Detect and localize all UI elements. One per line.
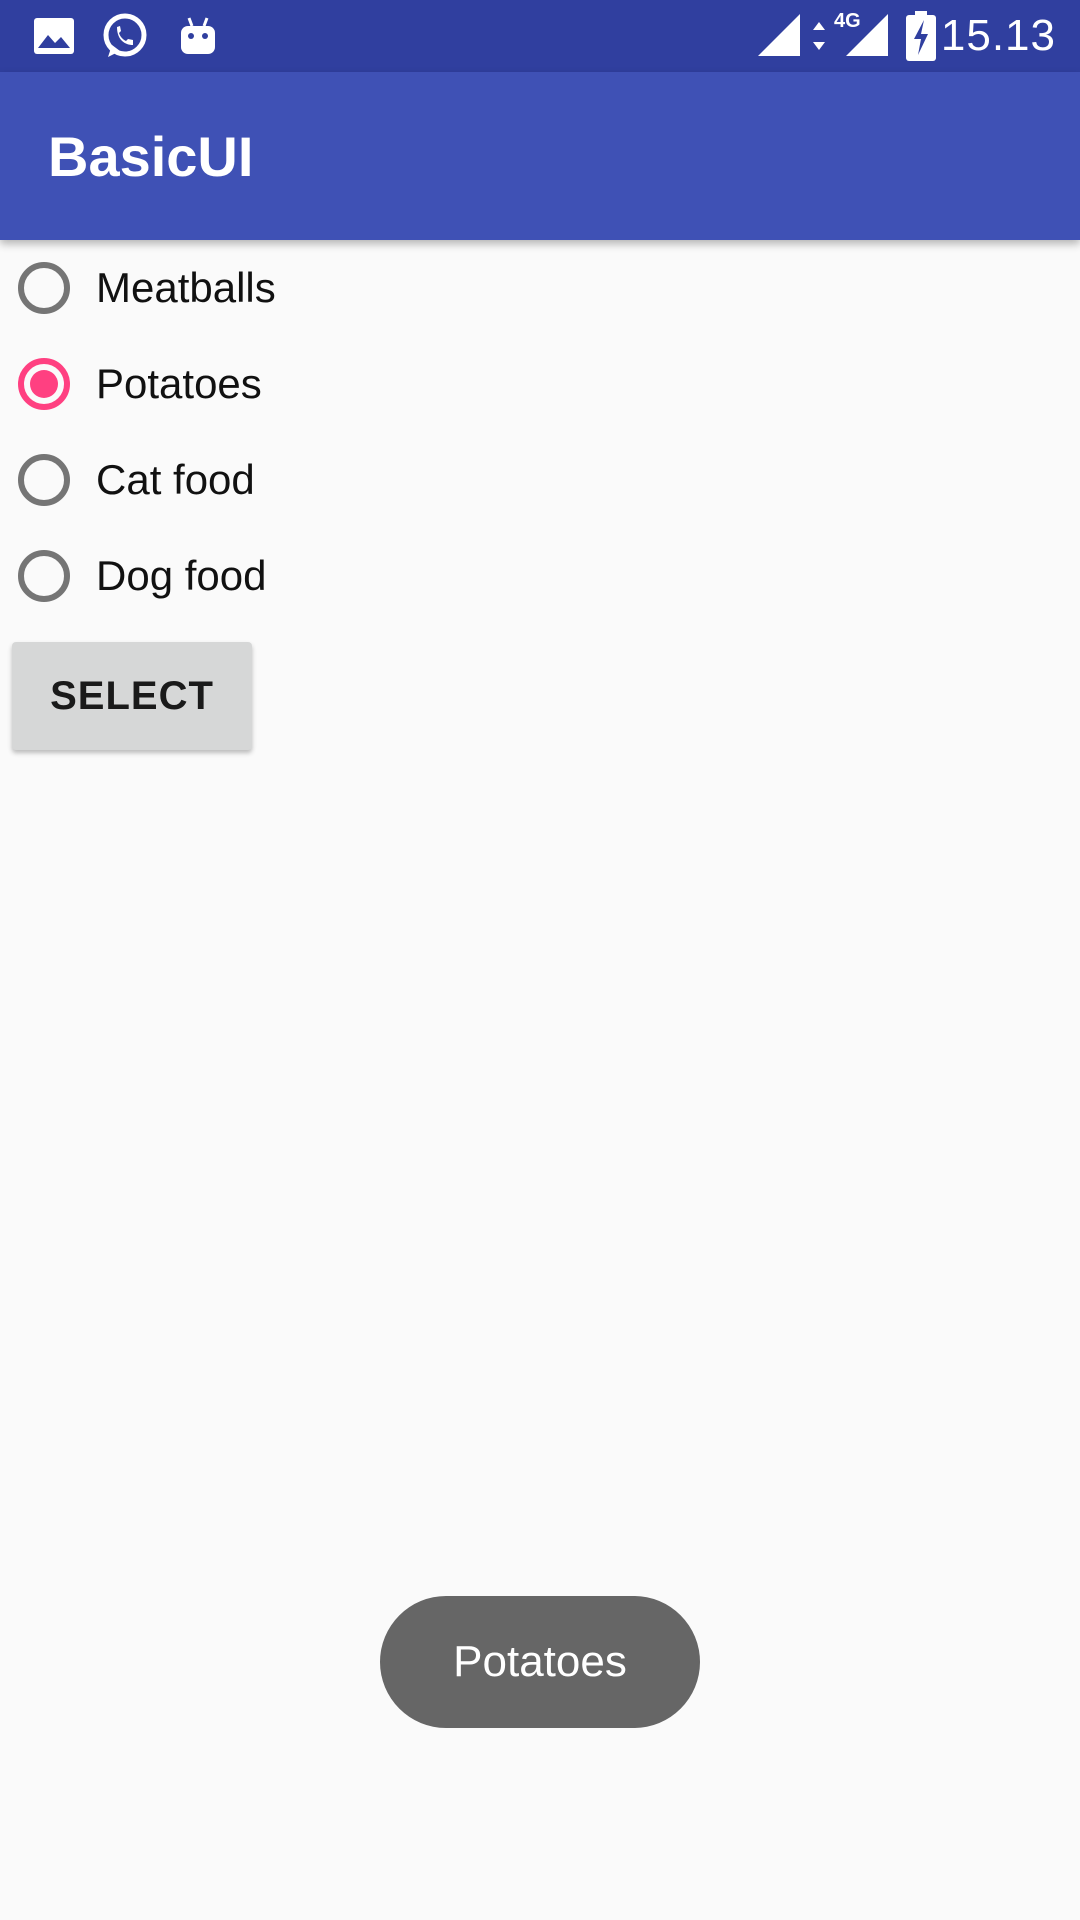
radio-button-checked[interactable]: [18, 358, 70, 410]
status-bar: 4G 15.13: [0, 0, 1080, 72]
signal-4g-icon: [846, 0, 890, 72]
radio-option-dog-food[interactable]: Dog food: [16, 528, 616, 624]
radio-button[interactable]: [18, 454, 70, 506]
gallery-icon: [34, 0, 74, 72]
toast-message: Potatoes: [380, 1596, 700, 1728]
radio-label: Dog food: [96, 552, 267, 599]
signal-icon: [758, 0, 802, 72]
radio-label: Potatoes: [96, 360, 262, 407]
app-bar: BasicUI: [0, 72, 1080, 240]
android-icon: [180, 0, 216, 72]
radio-label: Meatballs: [96, 264, 276, 311]
radio-option-meatballs[interactable]: Meatballs: [16, 240, 616, 336]
radio-label: Cat food: [96, 456, 255, 503]
whatsapp-icon: [100, 0, 150, 72]
app-title: BasicUI: [48, 124, 254, 188]
status-time: 15.13: [940, 11, 1056, 60]
battery-charging-icon: [906, 0, 936, 72]
radio-option-potatoes[interactable]: Potatoes: [16, 336, 616, 432]
select-button[interactable]: SELECT: [12, 642, 252, 750]
radio-button[interactable]: [18, 262, 70, 314]
data-arrows-icon: [812, 0, 826, 72]
radio-option-cat-food[interactable]: Cat food: [16, 432, 616, 528]
radio-button[interactable]: [18, 550, 70, 602]
